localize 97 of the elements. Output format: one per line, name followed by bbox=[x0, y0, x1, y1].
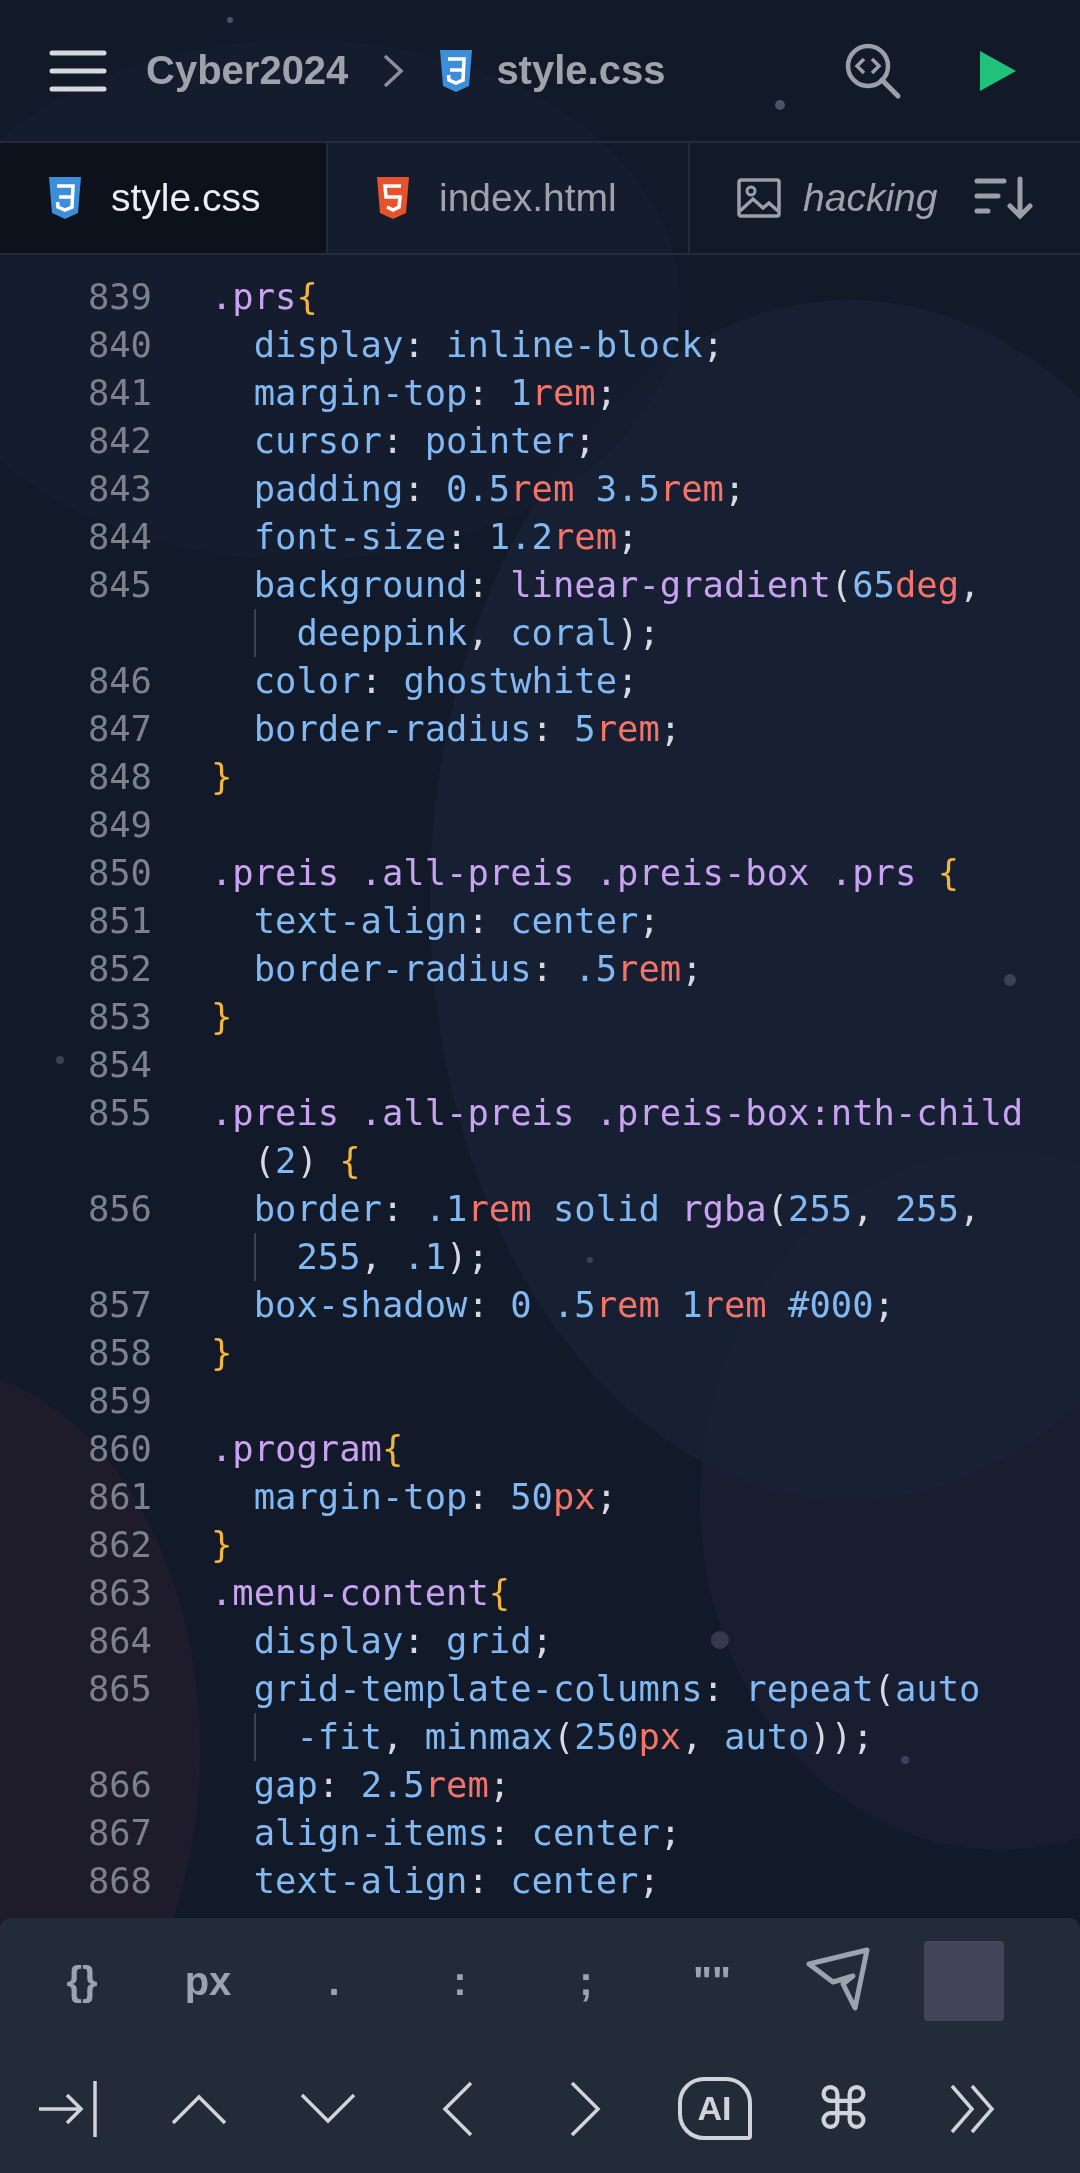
left-button[interactable] bbox=[440, 2080, 473, 2137]
line-number: 865 bbox=[86, 1667, 152, 1711]
key-button[interactable]: "" bbox=[685, 1954, 739, 2008]
code-line: } bbox=[211, 1523, 233, 1567]
right-button[interactable] bbox=[569, 2080, 602, 2137]
menu-icon bbox=[48, 48, 108, 93]
line-number: 858 bbox=[86, 1331, 152, 1375]
code-line: grid-template-columns: repeat(auto bbox=[252, 1667, 981, 1711]
code-line: } bbox=[211, 755, 233, 799]
line-number: 843 bbox=[86, 467, 152, 511]
play-icon bbox=[978, 48, 1018, 93]
search-button[interactable] bbox=[844, 41, 902, 100]
double-chevron-icon bbox=[949, 2083, 996, 2134]
code-line: margin-top: 1rem; bbox=[252, 371, 618, 415]
command-button[interactable]: ⌘ bbox=[814, 2074, 873, 2143]
line-number: 864 bbox=[86, 1619, 152, 1663]
line-number: 861 bbox=[86, 1475, 152, 1519]
line-number: 857 bbox=[86, 1283, 152, 1327]
code-line: box-shadow: 0 .5 rem 1rem #000; bbox=[252, 1283, 895, 1327]
code-line: display: grid; bbox=[252, 1619, 553, 1663]
line-number: 860 bbox=[86, 1427, 152, 1471]
line-number: 853 bbox=[86, 995, 152, 1039]
key-button[interactable]: px bbox=[176, 1954, 240, 2008]
code-line: .program{ bbox=[211, 1427, 404, 1471]
line-number: 856 bbox=[86, 1187, 152, 1231]
down-button[interactable] bbox=[299, 2092, 356, 2125]
code-line: text-align: center; bbox=[252, 899, 660, 943]
code-line: cursor: pointer; bbox=[252, 419, 596, 463]
code-line: margin-top: 50px; bbox=[252, 1475, 618, 1519]
code-line: background: linear-gradient(65deg, bbox=[252, 563, 981, 607]
line-number: 849 bbox=[86, 803, 152, 847]
chevron-right-icon bbox=[569, 2080, 602, 2137]
code-line: -fit, minmax(250px, auto)); bbox=[296, 1715, 874, 1759]
css-file-icon bbox=[47, 177, 83, 219]
key-button[interactable]: : bbox=[445, 1954, 475, 2008]
search-icon bbox=[844, 41, 902, 100]
line-number: 850 bbox=[86, 851, 152, 895]
file-tab[interactable]: index.html bbox=[328, 143, 690, 253]
line-number: 840 bbox=[86, 323, 152, 367]
line-number: 845 bbox=[86, 563, 152, 607]
code-line: display: inline-block; bbox=[252, 323, 724, 367]
line-number: 854 bbox=[86, 1043, 152, 1087]
code-line: deeppink, coral); bbox=[296, 611, 660, 655]
line-number: 844 bbox=[86, 515, 152, 559]
code-line: border-radius: .5 rem; bbox=[252, 947, 703, 991]
sort-icon bbox=[974, 176, 1034, 220]
line-number: 863 bbox=[86, 1571, 152, 1615]
code-line: align-items: center; bbox=[252, 1811, 682, 1855]
up-button[interactable] bbox=[170, 2092, 227, 2125]
line-number: 848 bbox=[86, 755, 152, 799]
file-name[interactable]: style.css bbox=[496, 48, 666, 93]
line-number: 868 bbox=[86, 1859, 152, 1903]
menu-button[interactable] bbox=[48, 48, 108, 93]
line-number: 852 bbox=[86, 947, 152, 991]
run-button[interactable] bbox=[978, 48, 1018, 93]
code-line: gap: 2.5 rem; bbox=[252, 1763, 511, 1807]
line-number: 846 bbox=[86, 659, 152, 703]
code-line: } bbox=[211, 995, 233, 1039]
line-number: 842 bbox=[86, 419, 152, 463]
html-file-icon bbox=[375, 177, 411, 219]
line-number: 867 bbox=[86, 1811, 152, 1855]
key-button[interactable]: . bbox=[320, 1954, 348, 2008]
code-line: (2) { bbox=[253, 1139, 361, 1183]
project-name[interactable]: Cyber2024 bbox=[146, 48, 349, 93]
chevron-down-icon bbox=[299, 2092, 356, 2125]
file-tab[interactable]: style.css bbox=[0, 143, 328, 253]
code-line: border-radius: 5 rem; bbox=[252, 707, 682, 751]
key-button[interactable]: ; bbox=[571, 1954, 601, 2008]
line-number: 851 bbox=[86, 899, 152, 943]
chevron-up-icon bbox=[170, 2092, 227, 2125]
code-line: border: .1 rem solid rgba(255, 255, bbox=[252, 1187, 981, 1231]
line-number: 841 bbox=[86, 371, 152, 415]
image-icon bbox=[737, 178, 781, 218]
line-number: 839 bbox=[86, 275, 152, 319]
chevron-icon bbox=[382, 52, 405, 89]
css-file-icon bbox=[438, 49, 475, 92]
more-button[interactable] bbox=[949, 2083, 996, 2134]
ai-button[interactable]: AI bbox=[677, 2077, 752, 2140]
code-line: .menu-content{ bbox=[211, 1571, 511, 1615]
file-tab[interactable]: hacking bbox=[690, 143, 964, 253]
code-line: } bbox=[211, 1331, 233, 1375]
key-button[interactable]: {} bbox=[58, 1954, 106, 2008]
line-number: 866 bbox=[86, 1763, 152, 1807]
code-line: .prs{ bbox=[211, 275, 318, 319]
code-line: text-align: center; bbox=[252, 1859, 660, 1903]
chevron-left-icon bbox=[440, 2080, 473, 2137]
code-line: font-size: 1.2 rem; bbox=[252, 515, 639, 559]
line-number: 859 bbox=[86, 1379, 152, 1423]
line-number: 847 bbox=[86, 707, 152, 751]
code-line: 255, .1); bbox=[296, 1235, 489, 1279]
line-number: 855 bbox=[86, 1091, 152, 1135]
code-line: padding: 0.5 rem 3.5 rem; bbox=[252, 467, 746, 511]
code-line: .preis .all-preis .preis-box:nth-child bbox=[211, 1091, 1024, 1135]
code-line: color: ghostwhite; bbox=[252, 659, 639, 703]
code-line: .preis .all-preis .preis-box .prs { bbox=[211, 851, 960, 895]
swatch-button[interactable] bbox=[924, 1941, 1004, 2021]
line-number: 862 bbox=[86, 1523, 152, 1567]
